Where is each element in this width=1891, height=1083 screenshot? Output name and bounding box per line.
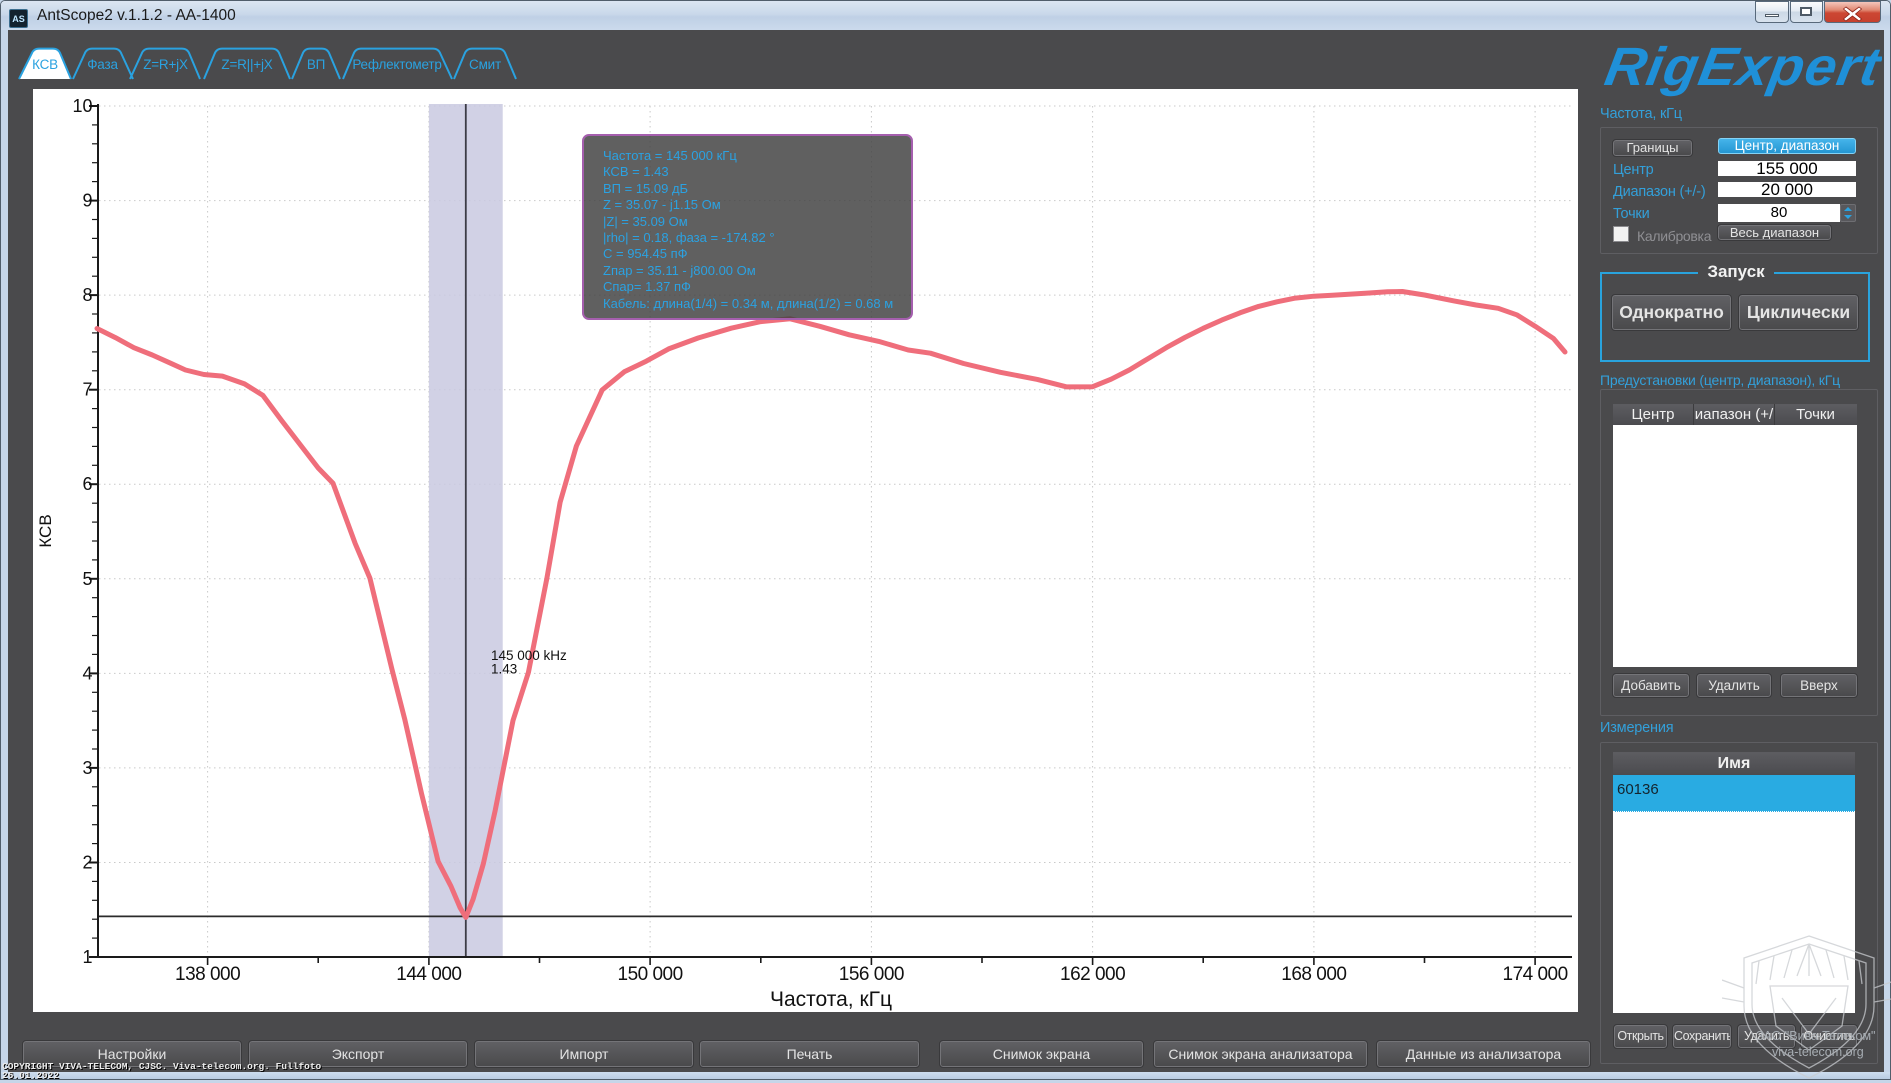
svg-text:8: 8 [82, 285, 92, 305]
svg-text:162 000: 162 000 [1060, 964, 1125, 985]
svg-text:КСВ: КСВ [36, 514, 55, 547]
svg-text:Смит: Смит [469, 57, 501, 72]
svg-text:1.43: 1.43 [491, 662, 517, 677]
svg-text:КСВ: КСВ [32, 57, 58, 72]
svg-text:174 000: 174 000 [1503, 964, 1568, 985]
svg-text:6: 6 [82, 474, 92, 494]
svg-text:150 000: 150 000 [618, 964, 683, 985]
svg-text:10: 10 [72, 96, 92, 116]
svg-text:7: 7 [82, 380, 92, 400]
svg-text:138 000: 138 000 [175, 964, 240, 985]
svg-text:168 000: 168 000 [1281, 964, 1346, 985]
svg-text:3: 3 [82, 758, 92, 778]
svg-text:2: 2 [82, 853, 92, 873]
svg-text:Рефлектометр: Рефлектометр [352, 57, 441, 72]
svg-text:ВП: ВП [307, 57, 325, 72]
svg-text:4: 4 [82, 663, 92, 683]
svg-text:Фаза: Фаза [87, 57, 118, 72]
svg-text:Z=R+jX: Z=R+jX [143, 57, 188, 72]
svg-text:Частота, кГц: Частота, кГц [770, 988, 892, 1011]
svg-text:Z=R||+jX: Z=R||+jX [221, 57, 272, 72]
svg-text:1: 1 [82, 947, 92, 967]
svg-text:9: 9 [82, 191, 92, 211]
svg-text:156 000: 156 000 [839, 964, 904, 985]
svg-text:RigExpert: RigExpert [1601, 40, 1882, 97]
svg-text:144 000: 144 000 [396, 964, 461, 985]
svg-text:5: 5 [82, 569, 92, 589]
